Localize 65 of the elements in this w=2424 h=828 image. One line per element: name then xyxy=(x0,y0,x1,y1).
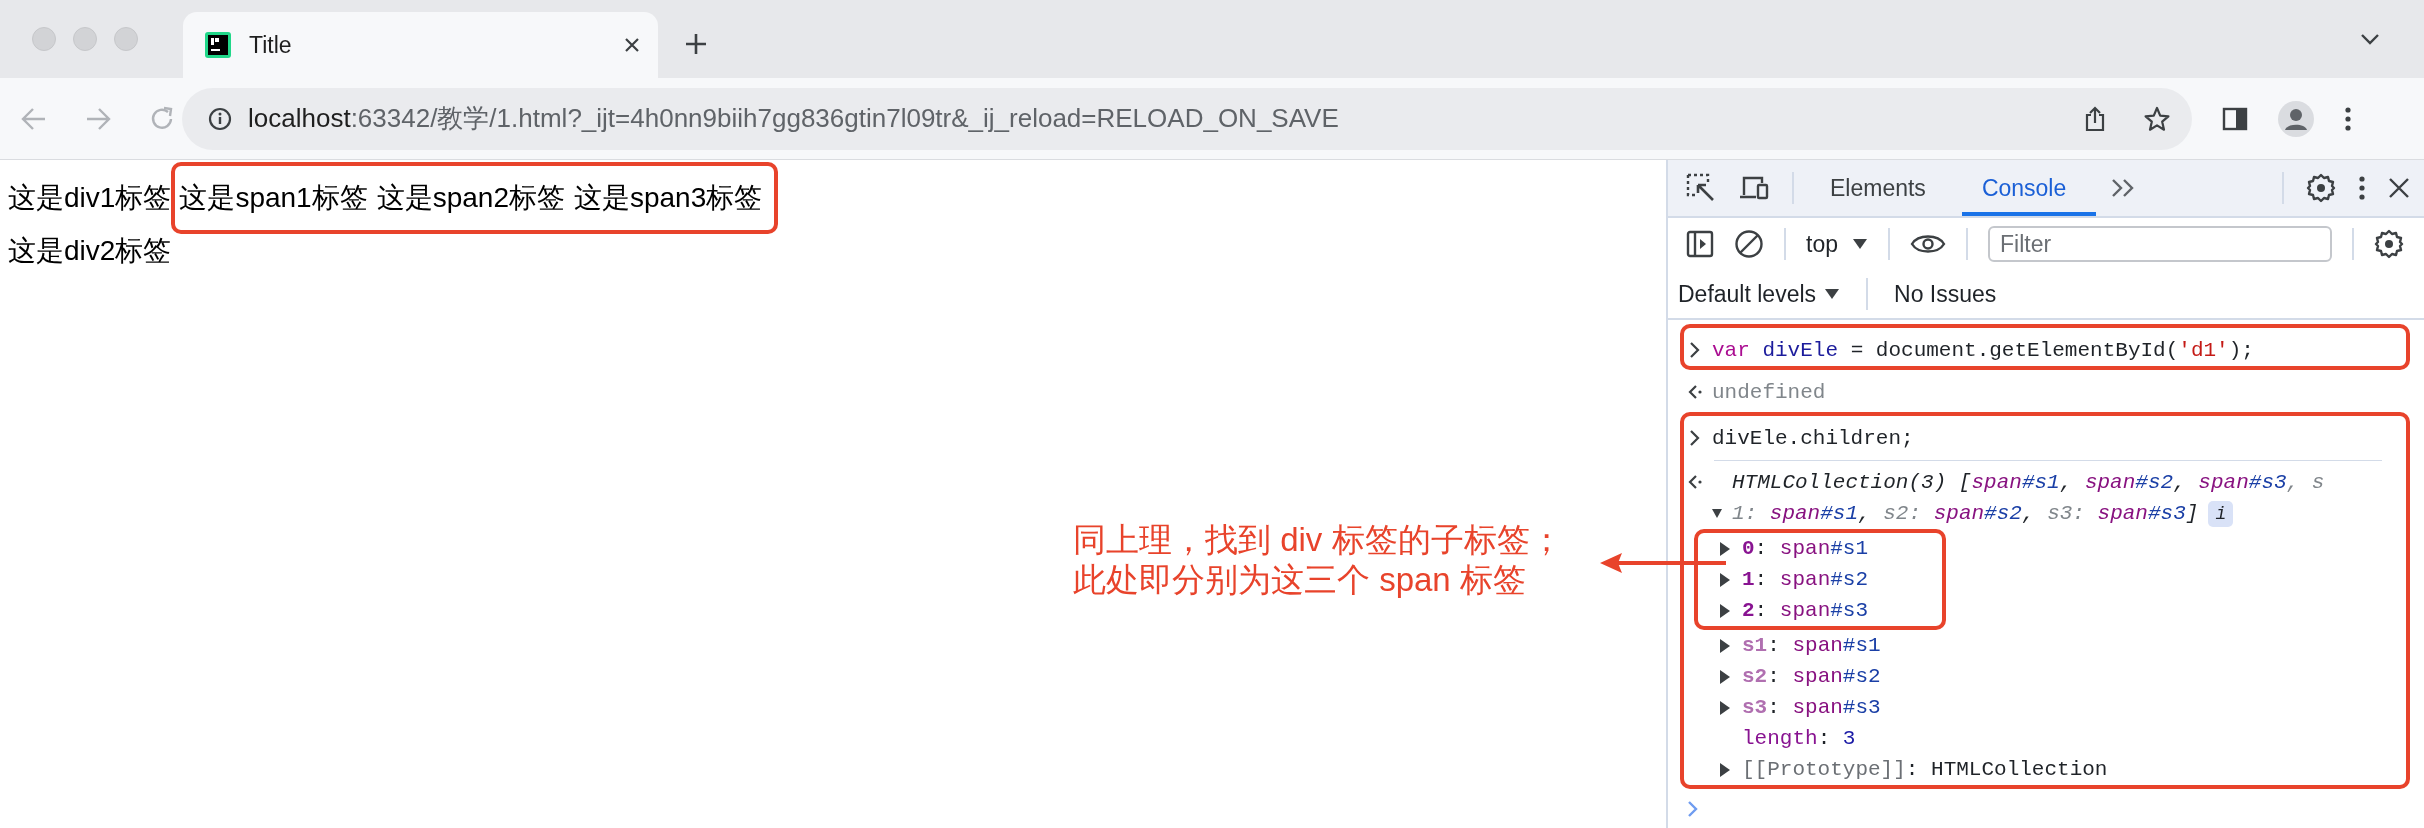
window-zoom-dot[interactable] xyxy=(114,27,138,51)
dropdown-caret-icon xyxy=(1824,288,1841,300)
window-minimize-dot[interactable] xyxy=(73,27,97,51)
chevron-down-icon[interactable] xyxy=(2360,33,2380,45)
devtools-tab[interactable]: Elements xyxy=(1816,160,1940,216)
info-icon[interactable] xyxy=(208,106,232,131)
property-row-text: s3: span#s3 xyxy=(1742,695,1881,721)
property-row-text: s2: span#s2 xyxy=(1742,664,1881,690)
div-text: 这是div1标签 xyxy=(8,181,172,215)
expand-triangle-icon[interactable] xyxy=(1718,540,1732,557)
expand-triangle-icon[interactable] xyxy=(1718,571,1732,588)
close-icon[interactable] xyxy=(2388,177,2410,199)
input-chevron-icon xyxy=(1688,429,1702,447)
property-row-text: 1: span#s2 xyxy=(1742,567,1869,593)
address-bar[interactable]: localhost:63342/教学/1.html?_ijt=4h0nn9biih7gg836gtin7l09tr&_ij_reload=RELOAD_ON_SAVE xyxy=(182,87,2192,150)
more-options-icon[interactable] xyxy=(2358,175,2366,201)
expand-triangle-icon[interactable] xyxy=(1718,699,1732,716)
devtools-tab[interactable]: Console xyxy=(1961,160,2097,216)
expand-triangle-icon[interactable] xyxy=(1718,668,1732,685)
new-tab-icon[interactable] xyxy=(684,32,708,56)
context-dropdown[interactable]: top xyxy=(1806,230,1868,258)
console-command: divEle.children; xyxy=(1712,425,1914,452)
annotation-text: 同上理，找到 div 标签的子标签； xyxy=(1073,520,1563,560)
collection-summary: 1: span#s1, s2: span#s2, s3: span#s3] xyxy=(1732,501,2199,527)
annotation-text: 此处即分别为这三个 span 标签 xyxy=(1073,560,1527,600)
menu-icon[interactable] xyxy=(2344,105,2352,132)
collection-summary: HTMLCollection(3) [span#s1, span#s2, span#s3, s xyxy=(1732,470,2325,496)
log-levels-dropdown[interactable]: Default levels xyxy=(1678,280,1841,308)
span-text: 这是span1标签 xyxy=(179,181,368,215)
property-row-text: length: 3 xyxy=(1742,726,1856,752)
expand-triangle-icon[interactable] xyxy=(1718,637,1732,654)
expand-triangle-icon[interactable] xyxy=(1718,761,1732,778)
result-arrow-icon xyxy=(1688,474,1702,490)
close-tab-icon[interactable] xyxy=(624,37,640,53)
property-row-text: s1: span#s1 xyxy=(1742,633,1881,659)
info-badge[interactable]: i xyxy=(2208,500,2234,527)
input-chevron-icon xyxy=(1688,341,1702,359)
dropdown-caret-icon xyxy=(1852,238,1868,250)
eye-icon[interactable] xyxy=(1910,233,1946,255)
div-text: 这是div2标签 xyxy=(8,234,173,268)
share-icon[interactable] xyxy=(2084,105,2106,132)
profile-icon[interactable] xyxy=(2278,100,2314,137)
console-result: undefined xyxy=(1712,379,1826,406)
issues-label[interactable]: No Issues xyxy=(1894,280,1997,308)
device-toolbar-icon[interactable] xyxy=(1738,175,1770,201)
property-row-text: [[Prototype]]: HTMLCollection xyxy=(1742,757,2108,783)
browser-tab[interactable]: Title xyxy=(183,12,658,78)
app-logo-icon xyxy=(205,32,231,58)
filter-field[interactable]: Filter xyxy=(1988,226,2332,262)
result-arrow-icon xyxy=(1688,384,1702,400)
window-close-dot[interactable] xyxy=(32,27,56,51)
clear-console-icon[interactable] xyxy=(1734,229,1764,259)
span-text: 这是span2标签 xyxy=(376,181,565,215)
inspect-element-icon[interactable] xyxy=(1686,173,1716,203)
console-settings-icon[interactable] xyxy=(2374,229,2404,259)
property-row-text: 0: span#s1 xyxy=(1742,536,1869,562)
span-text: 这是span3标签 xyxy=(573,181,763,215)
side-panel-icon[interactable] xyxy=(2222,106,2248,131)
prompt-chevron-icon[interactable] xyxy=(1686,800,1700,818)
settings-icon[interactable] xyxy=(2306,173,2336,203)
expand-triangle-icon[interactable] xyxy=(1718,602,1732,619)
sidebar-toggle-icon[interactable] xyxy=(1686,230,1714,258)
property-row-text: 2: span#s3 xyxy=(1742,598,1869,624)
console-command: var divEle = document.getElementById('d1'); xyxy=(1712,337,2254,364)
star-icon[interactable] xyxy=(2144,105,2170,132)
